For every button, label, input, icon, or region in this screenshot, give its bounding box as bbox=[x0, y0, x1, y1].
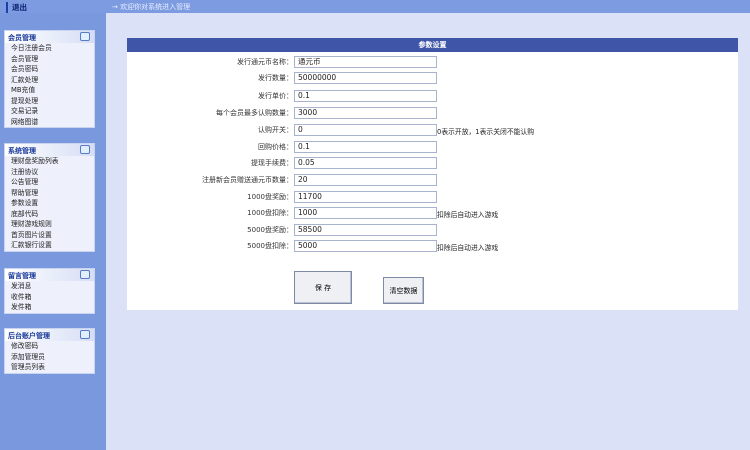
sidebar-item[interactable]: 修改密码 bbox=[5, 341, 94, 352]
panel-header[interactable]: 会员管理 bbox=[5, 31, 94, 43]
sidebar-item[interactable]: 汇款处理 bbox=[5, 75, 94, 86]
field-hint: 扣除后自动进入游戏 bbox=[437, 242, 498, 252]
sidebar-panel: 会员管理今日注册会员会员管理会员密码汇款处理MB充值提现处理交易记录网络图谱 bbox=[4, 30, 95, 128]
form-row: 1000盘奖励：11700 bbox=[127, 191, 738, 203]
sidebar-item[interactable]: 理财游戏规则 bbox=[5, 219, 94, 230]
form-row: 认购开关：00表示开放，1表示关闭不能认购 bbox=[127, 124, 738, 136]
sidebar-item[interactable]: 交易记录 bbox=[5, 106, 94, 117]
field-hint: 0表示开放，1表示关闭不能认购 bbox=[437, 126, 534, 136]
panel-header-label: 系统管理 bbox=[8, 147, 36, 155]
sidebar-item[interactable]: MB充值 bbox=[5, 85, 94, 96]
form-row: 5000盘奖励：58500 bbox=[127, 224, 738, 236]
field-label: 发行单价： bbox=[258, 91, 293, 101]
field-label: 注册新会员赠送通元币数量： bbox=[202, 175, 293, 185]
form-row: 发行单价：0.1 bbox=[127, 90, 738, 102]
field-input[interactable]: 通元币 bbox=[294, 56, 437, 68]
field-label: 认购开关： bbox=[258, 125, 293, 135]
form-row: 每个会员最多认购数量：3000 bbox=[127, 107, 738, 119]
field-input[interactable]: 50000000 bbox=[294, 72, 437, 84]
sidebar-item[interactable]: 网络图谱 bbox=[5, 117, 94, 128]
sidebar: 会员管理今日注册会员会员管理会员密码汇款处理MB充值提现处理交易记录网络图谱系统… bbox=[0, 13, 106, 450]
panel-title: 参数设置 bbox=[127, 38, 738, 52]
sidebar-item[interactable]: 提现处理 bbox=[5, 96, 94, 107]
field-label: 回购价格： bbox=[258, 142, 293, 152]
field-input[interactable]: 0.1 bbox=[294, 90, 437, 102]
form-row: 发行数量：50000000 bbox=[127, 72, 738, 84]
panel-header[interactable]: 后台账户管理 bbox=[5, 329, 94, 341]
field-label: 1000盘扣除： bbox=[247, 208, 293, 218]
gear-icon bbox=[80, 32, 90, 41]
panel-header-label: 后台账户管理 bbox=[8, 332, 50, 340]
sidebar-item[interactable]: 首页图片设置 bbox=[5, 230, 94, 241]
sidebar-item[interactable]: 管理员列表 bbox=[5, 362, 94, 373]
form-row: 提现手续费：0.05 bbox=[127, 157, 738, 169]
sidebar-panel: 留言管理发消息收件箱发件箱 bbox=[4, 268, 95, 314]
sidebar-item[interactable]: 收件箱 bbox=[5, 292, 94, 303]
sidebar-item[interactable]: 参数设置 bbox=[5, 198, 94, 209]
sidebar-item[interactable]: 发件箱 bbox=[5, 302, 94, 313]
field-label: 每个会员最多认购数量： bbox=[216, 108, 293, 118]
edit-icon bbox=[80, 270, 90, 279]
field-input[interactable]: 11700 bbox=[294, 191, 437, 203]
field-input[interactable]: 0.05 bbox=[294, 157, 437, 169]
logout-link[interactable]: 退出 bbox=[6, 2, 27, 13]
sidebar-item[interactable]: 会员管理 bbox=[5, 54, 94, 65]
panel-header-label: 会员管理 bbox=[8, 34, 36, 42]
form-row: 注册新会员赠送通元币数量：20 bbox=[127, 174, 738, 186]
welcome-text: → 欢迎你对系统进入管理 bbox=[112, 2, 190, 12]
edit-icon bbox=[80, 145, 90, 154]
field-input[interactable]: 5000 bbox=[294, 240, 437, 252]
field-label: 5000盘奖励： bbox=[247, 225, 293, 235]
field-label: 5000盘扣除： bbox=[247, 241, 293, 251]
panel-header[interactable]: 留言管理 bbox=[5, 269, 94, 281]
panel-header[interactable]: 系统管理 bbox=[5, 144, 94, 156]
top-bar: 退出 → 欢迎你对系统进入管理 bbox=[0, 0, 750, 13]
sidebar-item[interactable]: 今日注册会员 bbox=[5, 43, 94, 54]
field-label: 发行通元币名称： bbox=[237, 57, 293, 67]
sidebar-item[interactable]: 汇款银行设置 bbox=[5, 240, 94, 251]
settings-panel: 参数设置 发行通元币名称：通元币发行数量：50000000发行单价：0.1每个会… bbox=[127, 38, 738, 310]
field-hint: 扣除后自动进入游戏 bbox=[437, 209, 498, 219]
field-input[interactable]: 0 bbox=[294, 124, 437, 136]
sidebar-item[interactable]: 帮助管理 bbox=[5, 188, 94, 199]
panel-header-label: 留言管理 bbox=[8, 272, 36, 280]
form-row: 发行通元币名称：通元币 bbox=[127, 56, 738, 68]
form-row: 1000盘扣除：1000扣除后自动进入游戏 bbox=[127, 207, 738, 219]
clear-data-button[interactable]: 清空数据 bbox=[383, 277, 424, 304]
sidebar-item[interactable]: 公告管理 bbox=[5, 177, 94, 188]
edit-icon bbox=[80, 330, 90, 339]
sidebar-item[interactable]: 发消息 bbox=[5, 281, 94, 292]
field-label: 发行数量： bbox=[258, 73, 293, 83]
field-input[interactable]: 20 bbox=[294, 174, 437, 186]
field-input[interactable]: 58500 bbox=[294, 224, 437, 236]
sidebar-panel: 后台账户管理修改密码添加管理员管理员列表 bbox=[4, 328, 95, 374]
form-row: 回购价格：0.1 bbox=[127, 141, 738, 153]
field-label: 1000盘奖励： bbox=[247, 192, 293, 202]
sidebar-item[interactable]: 理财盘奖励列表 bbox=[5, 156, 94, 167]
form-row: 5000盘扣除：5000扣除后自动进入游戏 bbox=[127, 240, 738, 252]
sidebar-item[interactable]: 注册协议 bbox=[5, 167, 94, 178]
field-input[interactable]: 3000 bbox=[294, 107, 437, 119]
field-input[interactable]: 0.1 bbox=[294, 141, 437, 153]
sidebar-item[interactable]: 会员密码 bbox=[5, 64, 94, 75]
field-label: 提现手续费： bbox=[251, 158, 293, 168]
sidebar-item[interactable]: 添加管理员 bbox=[5, 352, 94, 363]
field-input[interactable]: 1000 bbox=[294, 207, 437, 219]
save-button[interactable]: 保 存 bbox=[294, 271, 352, 304]
sidebar-item[interactable]: 底部代码 bbox=[5, 209, 94, 220]
sidebar-panel: 系统管理理财盘奖励列表注册协议公告管理帮助管理参数设置底部代码理财游戏规则首页图… bbox=[4, 143, 95, 252]
